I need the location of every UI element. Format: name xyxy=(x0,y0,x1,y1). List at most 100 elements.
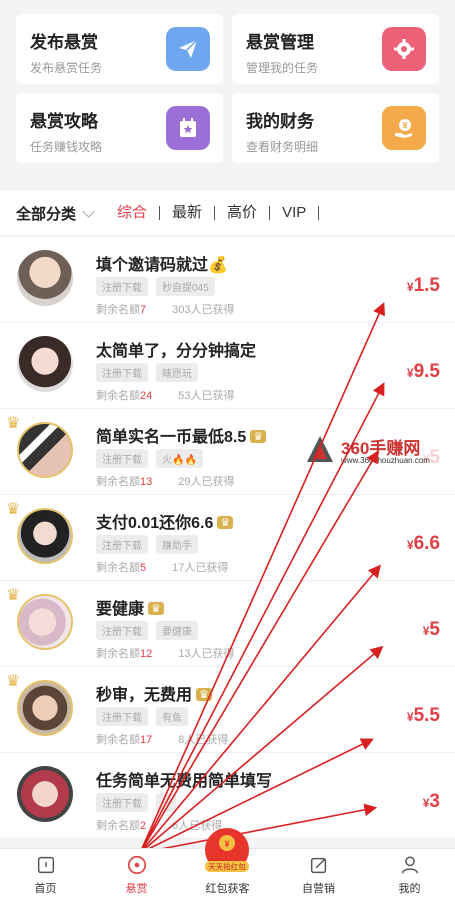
edit-icon xyxy=(310,857,326,874)
nav-item-reward[interactable]: 悬赏 xyxy=(91,849,182,900)
tag-list: 注册下载 火🔥🔥 xyxy=(96,449,203,468)
task-title-text: 要健康 xyxy=(96,601,145,618)
tab-vip[interactable]: VIP xyxy=(282,205,320,220)
tab-comprehensive[interactable]: 综合 xyxy=(117,205,161,220)
tag: 注册下载 xyxy=(96,277,148,296)
watermark-url: www.360shouzhuan.com xyxy=(341,456,430,465)
tag: 注册下载 xyxy=(96,363,148,382)
avatar xyxy=(17,766,73,822)
task-title-text: 秒审，无费用 xyxy=(96,687,193,704)
nav-item-marketing[interactable]: 自营销 xyxy=(273,849,364,900)
tag: 赚助手 xyxy=(156,535,198,554)
target-icon xyxy=(127,855,146,875)
nav-item-mine[interactable]: 我的 xyxy=(364,849,455,900)
task-meta: 剩余名额5 17人已获得 xyxy=(96,559,228,575)
user-icon xyxy=(401,856,418,874)
tag: 火🔥🔥 xyxy=(156,449,203,468)
nav-item-home[interactable]: 首页 xyxy=(0,849,91,900)
remain-label: 剩余名额 xyxy=(96,476,140,488)
task-price: ¥6.6 xyxy=(407,533,440,555)
tag: 注册下载 xyxy=(96,449,148,468)
price-value: 5.5 xyxy=(413,705,440,726)
paper-plane-icon xyxy=(166,27,210,71)
tag-list: 注册下载 瞎愿玩 xyxy=(96,363,198,382)
reward-guide-card[interactable]: 悬赏攻略 任务赚钱攻略 xyxy=(16,93,223,163)
avatar xyxy=(17,250,73,306)
tag: 注册下载 xyxy=(96,793,148,812)
list-item[interactable]: ♛ 要健康 ♛ 注册下载 要健康 剩余名额12 13人已获得 ¥5 xyxy=(0,581,455,667)
obtained-count: 13人已获得 xyxy=(178,648,235,660)
list-item[interactable]: ♛ 支付0.01还你6.6 ♛ 注册下载 赚助手 剩余名额5 17人已获得 ¥6.6 xyxy=(0,495,455,581)
task-title: 支付0.01还你6.6 ♛ xyxy=(96,509,234,533)
price-value: 3 xyxy=(429,791,440,812)
svg-text:¥: ¥ xyxy=(224,839,229,849)
nav-label: 首页 xyxy=(34,883,57,895)
remain-label: 剩余名额 xyxy=(96,562,140,574)
list-item[interactable]: ♛ 秒审，无费用 ♛ 注册下载 有鱼 剩余名额17 8人已获得 ¥5.5 xyxy=(0,667,455,753)
filter-bar: 全部分类 综合 最新 高价 VIP xyxy=(0,191,455,235)
remain-label: 剩余名额 xyxy=(96,734,140,746)
crown-icon: ♛ xyxy=(6,415,21,432)
price-value: 6.6 xyxy=(413,533,440,554)
nav-label: 自营销 xyxy=(302,883,335,895)
category-label: 全部分类 xyxy=(16,205,77,223)
tag-list: 注册下载 赚助手 xyxy=(96,535,198,554)
avatar xyxy=(17,422,73,478)
remain-count: 2 xyxy=(140,820,147,832)
remain-count: 24 xyxy=(140,390,153,402)
remain-label: 剩余名额 xyxy=(96,648,140,660)
task-meta: 剩余名额7 303人已获得 xyxy=(96,301,234,317)
list-item[interactable]: 填个邀请码就过💰 注册下载 秒自提045 剩余名额7 303人已获得 ¥1.5 xyxy=(0,237,455,323)
tag-list: 注册下载 要健康 xyxy=(96,621,198,640)
tab-latest[interactable]: 最新 xyxy=(172,205,216,220)
task-title: 秒审，无费用 ♛ xyxy=(96,681,212,705)
task-price: ¥3 xyxy=(423,791,440,813)
remain-count: 12 xyxy=(140,648,153,660)
remain-count: 13 xyxy=(140,476,153,488)
red-packet-badge: 天天抢红包 xyxy=(208,862,246,872)
remain-label: 剩余名额 xyxy=(96,390,140,402)
task-title: 填个邀请码就过💰 xyxy=(96,257,228,274)
vip-crown-badge: ♛ xyxy=(217,516,234,529)
price-value: 1.5 xyxy=(413,275,440,296)
task-price: ¥9.5 xyxy=(407,361,440,383)
task-meta: 剩余名额24 53人已获得 xyxy=(96,387,235,403)
nav-label: 悬赏 xyxy=(125,883,148,895)
remain-label: 剩余名额 xyxy=(96,820,140,832)
avatar xyxy=(17,336,73,392)
my-finance-card[interactable]: 我的财务 查看财务明细 ¥ xyxy=(232,93,439,163)
tab-high-price[interactable]: 高价 xyxy=(227,205,271,220)
task-title: 任务简单无费用简单填写 xyxy=(96,773,273,790)
watermark-logo-icon xyxy=(307,436,333,462)
task-title: 太简单了，分分钟搞定 xyxy=(96,343,257,360)
price-value: 5 xyxy=(429,619,440,640)
task-title-text: 简单实名一币最低8.5 xyxy=(96,429,247,446)
price-value: 9.5 xyxy=(413,361,440,382)
remain-count: 17 xyxy=(140,734,153,746)
manage-reward-card[interactable]: 悬赏管理 管理我的任务 xyxy=(232,14,439,84)
tag: 要健康 xyxy=(156,621,198,640)
list-item[interactable]: 太简单了，分分钟搞定 注册下载 瞎愿玩 剩余名额24 53人已获得 ¥9.5 xyxy=(0,323,455,409)
currency: ¥ xyxy=(406,280,414,294)
crown-icon: ♛ xyxy=(6,501,21,518)
svg-text:¥: ¥ xyxy=(402,121,407,131)
currency: ¥ xyxy=(406,710,414,724)
avatar xyxy=(17,680,73,736)
obtained-count: 53人已获得 xyxy=(178,390,235,402)
category-dropdown[interactable]: 全部分类 xyxy=(16,203,96,224)
currency: ¥ xyxy=(406,366,414,380)
crown-icon: ♛ xyxy=(6,587,21,604)
avatar xyxy=(17,594,73,650)
task-title-text: 支付0.01还你6.6 xyxy=(96,515,214,532)
home-icon xyxy=(37,856,54,874)
remain-count: 5 xyxy=(140,562,147,574)
chevron-down-icon xyxy=(82,204,96,218)
task-meta: 剩余名额13 29人已获得 xyxy=(96,473,235,489)
remain-count: 7 xyxy=(140,304,147,316)
red-packet-icon[interactable]: ¥ 天天抢红包 xyxy=(204,827,250,877)
vip-crown-badge: ♛ xyxy=(196,688,212,701)
tag: 秒自提045 xyxy=(156,277,215,296)
tag: 注册下载 xyxy=(96,535,148,554)
publish-reward-card[interactable]: 发布悬赏 发布悬赏任务 xyxy=(16,14,223,84)
feature-cards: 发布悬赏 发布悬赏任务 悬赏管理 管理我的任务 悬赏攻略 任务赚钱攻略 我的财务… xyxy=(0,0,455,176)
